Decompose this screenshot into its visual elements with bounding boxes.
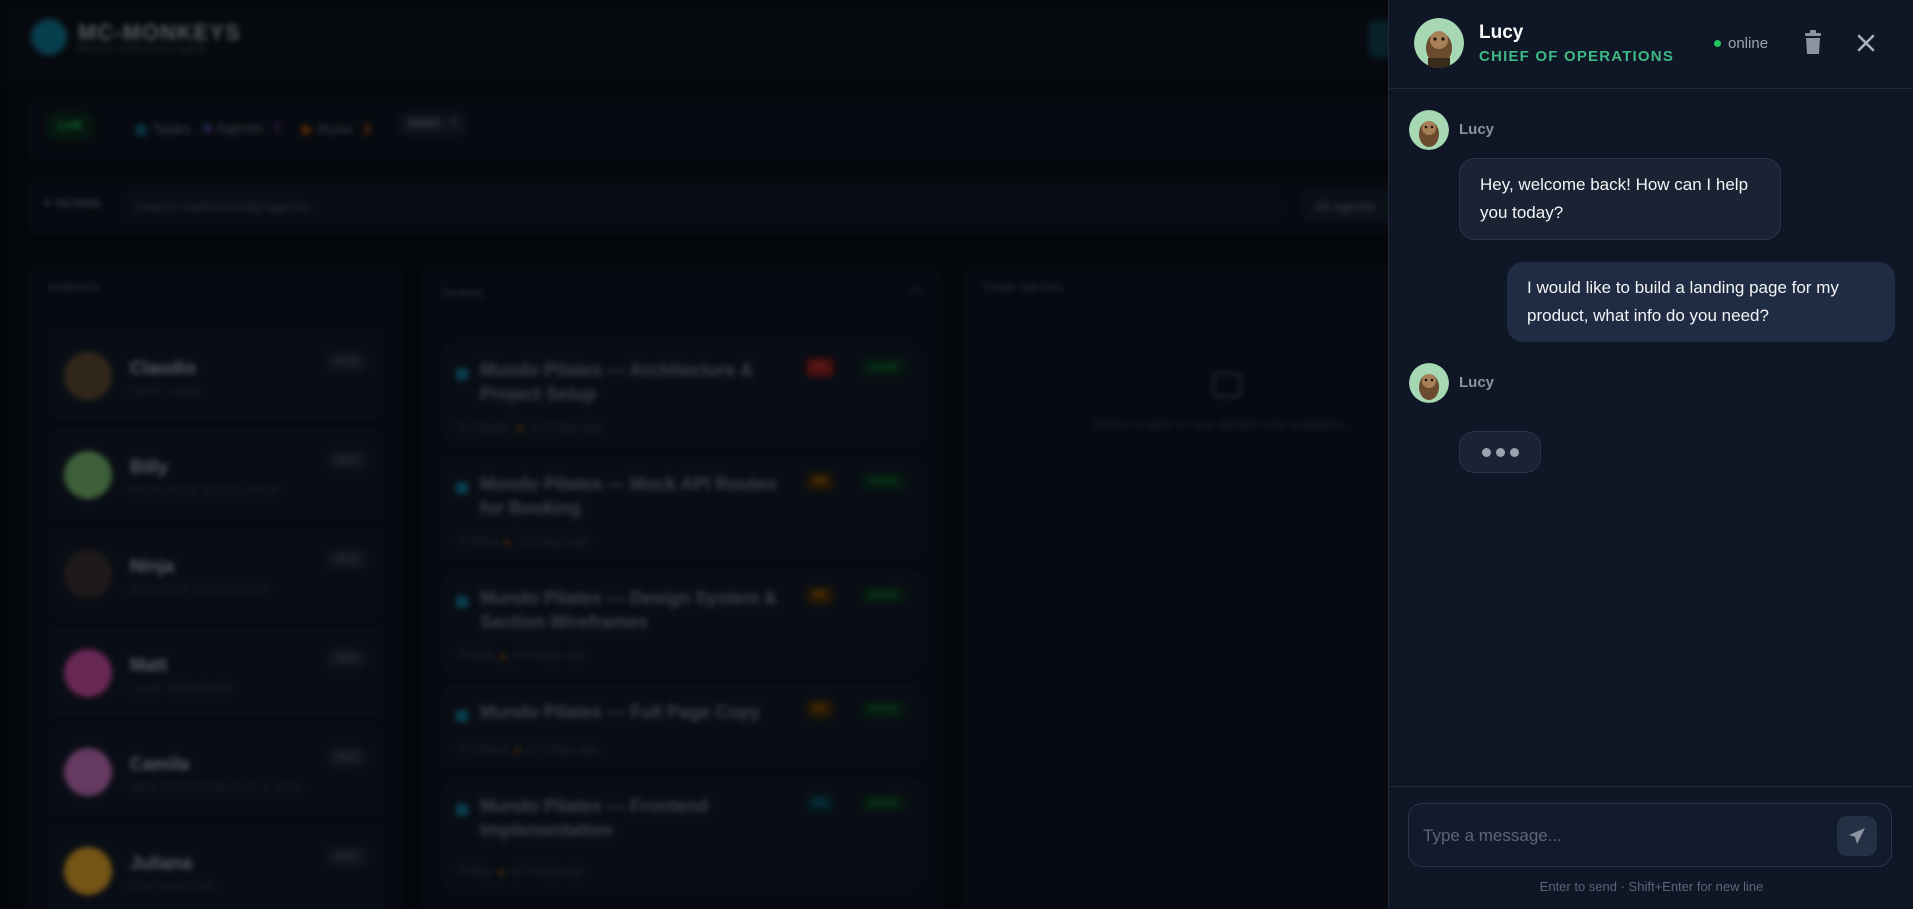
chat-agent-role: CHIEF OF OPERATIONS bbox=[1479, 48, 1675, 65]
chat-composer: Enter to send · Shift+Enter for new line bbox=[1389, 786, 1913, 909]
typing-dot bbox=[1495, 447, 1505, 457]
chat-panel: Lucy CHIEF OF OPERATIONS online Lucy Hey… bbox=[1388, 0, 1913, 909]
chat-agent-name: Lucy bbox=[1479, 22, 1524, 43]
online-status: online bbox=[1714, 35, 1768, 52]
chat-messages: Lucy Hey, welcome back! How can I help y… bbox=[1389, 90, 1913, 786]
agent-avatar bbox=[1414, 18, 1464, 68]
typing-indicator bbox=[1459, 431, 1541, 473]
online-dot-icon bbox=[1714, 40, 1721, 47]
agent-avatar-small bbox=[1409, 110, 1449, 150]
message-input-wrapper bbox=[1408, 803, 1892, 867]
message-sender: Lucy bbox=[1459, 121, 1495, 138]
agent-message-bubble: Hey, welcome back! How can I help you to… bbox=[1459, 158, 1781, 240]
typing-dot bbox=[1509, 447, 1519, 457]
user-message-bubble: I would like to build a landing page for… bbox=[1507, 262, 1895, 342]
send-button[interactable] bbox=[1837, 816, 1877, 856]
composer-hint: Enter to send · Shift+Enter for new line bbox=[1539, 879, 1764, 894]
app-root: MC-MONKEYS Mission Control for AI Agents… bbox=[0, 0, 1913, 909]
send-icon bbox=[1849, 828, 1865, 844]
online-status-text: online bbox=[1728, 35, 1769, 52]
typing-dot bbox=[1481, 447, 1491, 457]
trash-icon[interactable] bbox=[1801, 30, 1825, 56]
close-icon[interactable] bbox=[1853, 30, 1879, 56]
agent-avatar-small bbox=[1409, 363, 1449, 403]
chat-header: Lucy CHIEF OF OPERATIONS online bbox=[1389, 0, 1913, 89]
message-input[interactable] bbox=[1423, 816, 1823, 856]
message-sender: Lucy bbox=[1459, 374, 1495, 391]
